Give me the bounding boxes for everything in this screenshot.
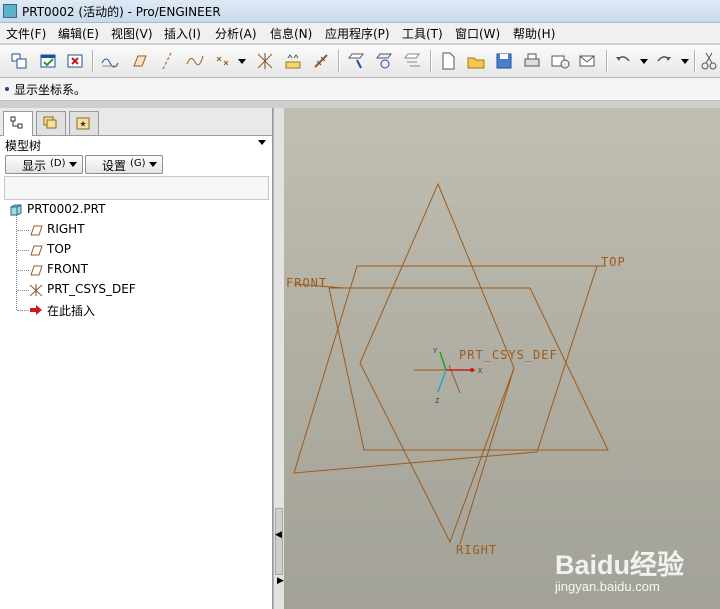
tree-item-front[interactable]: FRONT (0, 260, 260, 280)
datum-plane-icon (29, 263, 43, 277)
cut-icon[interactable] (698, 50, 720, 72)
datum-axis-tool-icon[interactable] (156, 50, 178, 72)
datum-plane-icon (29, 223, 43, 237)
menu-info[interactable]: 信息(N) (270, 25, 312, 42)
window-layout-icon[interactable] (8, 50, 30, 72)
datum-plane-right[interactable] (359, 182, 515, 544)
baidu-jingyan-watermark: Baidu经验 jingyan.baidu.com (555, 543, 720, 609)
redo-dropdown-icon[interactable] (681, 59, 689, 64)
email-link-icon[interactable] (577, 50, 599, 72)
label-front: FRONT (286, 276, 327, 290)
window-title: PRT0002 (活动的) - Pro/ENGINEER (22, 5, 221, 19)
message-bullet-icon (5, 87, 9, 91)
axis-label-x: X (478, 367, 483, 375)
menu-file[interactable]: 文件(F) (6, 25, 46, 42)
panel-menu-dropdown-icon[interactable] (258, 140, 266, 145)
redo-icon[interactable] (653, 50, 675, 72)
select-surface-icon[interactable] (373, 50, 395, 72)
close-window-icon[interactable] (64, 50, 86, 72)
tree-filter-field[interactable] (4, 176, 269, 200)
sketch-curve-icon[interactable] (99, 50, 121, 72)
splitter-grip[interactable] (275, 508, 283, 575)
open-folder-icon[interactable] (465, 50, 487, 72)
tree-item-top[interactable]: TOP (0, 240, 260, 260)
datum-plane-front[interactable] (328, 287, 609, 451)
favorites-folder-icon (76, 117, 90, 130)
datum-curve-tool-icon[interactable] (184, 50, 206, 72)
axis-label-z: Z (435, 397, 439, 405)
menu-tools[interactable]: 工具(T) (402, 25, 443, 42)
coordinate-system-tool-icon[interactable] (254, 50, 276, 72)
model-tree-icon (10, 116, 23, 129)
app-icon (3, 4, 17, 18)
settings-button[interactable]: 设置 (G) (85, 155, 163, 174)
tab-favorites[interactable] (69, 111, 99, 135)
menu-edit[interactable]: 编辑(E) (58, 25, 99, 42)
part-icon (9, 203, 23, 217)
model-tree-header: 模型树 (5, 139, 42, 153)
menu-window[interactable]: 窗口(W) (455, 25, 500, 42)
tree-item-right[interactable]: RIGHT (0, 220, 260, 240)
datum-plane-icon (29, 243, 43, 257)
menu-insert[interactable]: 插入(I) (164, 25, 201, 42)
undo-dropdown-icon[interactable] (640, 59, 648, 64)
expand-right-icon[interactable]: ▶ (277, 576, 284, 586)
navigator-tabs (0, 108, 272, 136)
menu-help[interactable]: 帮助(H) (513, 25, 555, 42)
window-activate-icon[interactable] (37, 50, 59, 72)
tab-model-tree[interactable] (3, 111, 33, 136)
menu-bar: 文件(F) 编辑(E) 视图(V) 插入(I) 分析(A) 信息(N) 应用程序… (0, 23, 720, 43)
label-csys: PRT_CSYS_DEF (459, 348, 558, 362)
save-icon[interactable] (493, 50, 515, 72)
print-icon[interactable] (521, 50, 543, 72)
menu-applications[interactable]: 应用程序(P) (325, 25, 390, 42)
tree-item-insert-here[interactable]: 在此插入 (0, 300, 260, 320)
tab-layers[interactable] (36, 111, 66, 135)
label-right: RIGHT (456, 543, 497, 557)
show-dropdown-icon (69, 162, 77, 167)
undo-icon[interactable] (612, 50, 634, 72)
navigator-panel: 模型树 显示 (D) 设置 (G) PRT0002.PRT RIGHT TOP … (0, 108, 273, 609)
message-area: 显示坐标系。 (0, 78, 720, 101)
menu-analysis[interactable]: 分析(A) (215, 25, 257, 42)
insert-here-arrow-icon (29, 303, 43, 317)
label-top: TOP (601, 255, 626, 269)
datum-point-tool-icon[interactable] (212, 50, 234, 72)
analysis-feature-icon[interactable] (282, 50, 304, 72)
graphics-viewport[interactable]: FRONT TOP RIGHT PRT_CSYS_DEF X Y Z (284, 108, 720, 609)
datum-point-dropdown-icon[interactable] (238, 59, 246, 64)
show-button[interactable]: 显示 (D) (5, 155, 83, 174)
new-file-icon[interactable] (437, 50, 459, 72)
collapse-left-icon[interactable]: ◀ (275, 530, 282, 540)
tree-item-part[interactable]: PRT0002.PRT (0, 200, 260, 220)
main-toolbar (0, 44, 720, 78)
status-message: 显示坐标系。 (14, 83, 87, 97)
panel-splitter[interactable]: ◀ ▶ (273, 108, 284, 609)
divider-band (0, 101, 720, 108)
reference-tool-icon[interactable] (310, 50, 332, 72)
title-bar: PRT0002 (活动的) - Pro/ENGINEER (0, 0, 720, 23)
select-plane-icon[interactable] (345, 50, 367, 72)
datum-plane-tool-icon[interactable] (128, 50, 150, 72)
watermark-logo: Baidu经验 (555, 550, 685, 580)
coordinate-system-icon (29, 283, 43, 297)
watermark-url: jingyan.baidu.com (555, 579, 660, 594)
settings-dropdown-icon (149, 162, 157, 167)
menu-view[interactable]: 视图(V) (111, 25, 153, 42)
model-display[interactable]: FRONT TOP RIGHT PRT_CSYS_DEF X Y Z (284, 108, 720, 609)
tree-item-csys[interactable]: PRT_CSYS_DEF (0, 280, 260, 300)
axis-label-y: Y (433, 347, 438, 355)
email-icon[interactable] (549, 50, 571, 72)
select-axis-icon[interactable] (401, 50, 423, 72)
layers-icon (43, 116, 57, 129)
